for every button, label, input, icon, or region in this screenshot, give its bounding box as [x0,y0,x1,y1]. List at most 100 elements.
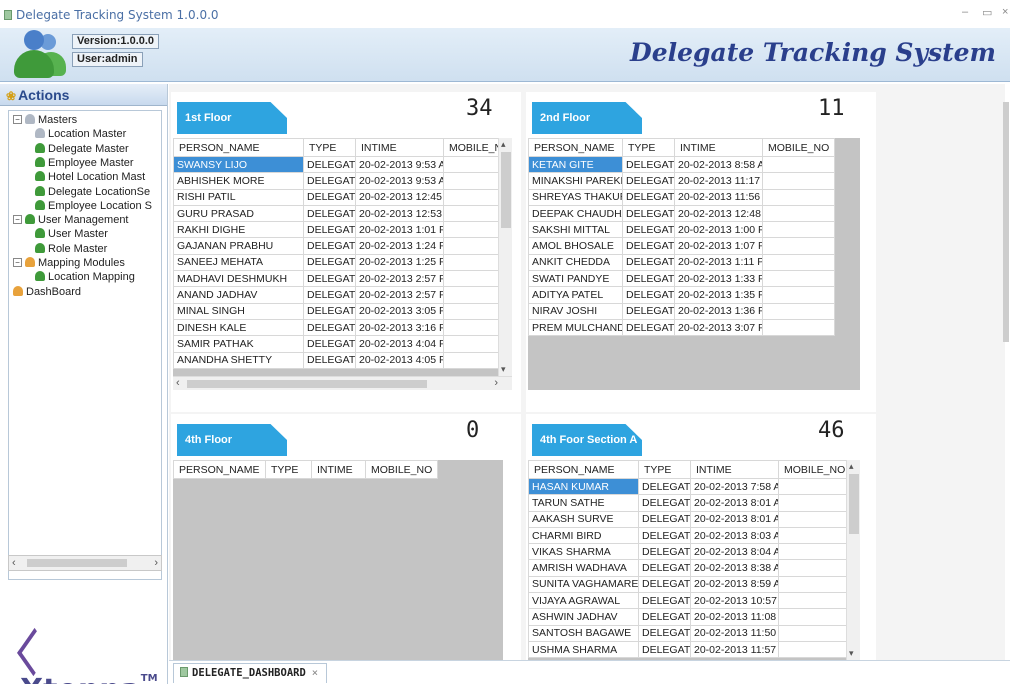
sidebar-item[interactable]: User Master [35,227,108,241]
tree-collapse-icon[interactable]: − [13,258,22,267]
sidebar-item[interactable]: Delegate Master [35,142,129,156]
table-row[interactable]: SANEEJ MEHATADELEGATE20-02-2013 1:25 PM [173,253,499,272]
tree-collapse-icon[interactable]: − [13,215,22,225]
table-row[interactable]: SUNITA VAGHAMAREDELEGATE20-02-2013 8:59 … [528,575,847,594]
table-row[interactable]: CHARMI BIRDDELEGATE20-02-2013 8:03 AM [528,526,847,545]
scroll-down-icon[interactable]: ▾ [849,648,854,659]
table-row[interactable]: SWANSY LIJODELEGATE20-02-2013 9:53 AM [173,155,499,174]
table-row[interactable]: ANKIT CHEDDADELEGATE20-02-2013 1:11 PM [528,253,835,272]
tree-collapse-icon[interactable]: − [13,115,22,124]
table-row[interactable]: MADHAVI DESHMUKHDELEGATE20-02-2013 2:57 … [173,270,499,288]
table-row[interactable]: DEEPAK CHAUDHARIDELEGATE20-02-2013 12:48… [528,204,835,223]
scroll-up-icon[interactable]: ▴ [501,139,506,150]
table-row[interactable]: ASHWIN JADHAVDELEGATE20-02-2013 11:08 AM [528,608,847,626]
table-cell [762,188,835,206]
column-header[interactable]: PERSON_NAME [173,460,266,479]
delegate-grid[interactable]: PERSON_NAME TYPE INTIME MOBILE_N SWANSY LIJO… [173,138,512,390]
column-header[interactable]: PERSON_NAME [173,138,304,157]
grid-vertical-scrollbar[interactable]: ▴ ▾ [846,460,860,660]
scroll-up-icon[interactable]: ▴ [849,461,854,472]
column-header[interactable]: PERSON_NAME [528,460,639,479]
scroll-thumb[interactable] [187,380,427,388]
column-header[interactable]: MOBILE_N [443,138,499,157]
table-row[interactable]: SANTOSH BAGAWEDELEGATE20-02-2013 11:50 A… [528,624,847,642]
scroll-right-icon[interactable]: › [494,377,498,389]
column-header[interactable]: INTIME [674,138,763,157]
table-row[interactable]: HASAN KUMARDELEGATE20-02-2013 7:58 AM [528,477,847,496]
table-row[interactable]: USHMA SHARMADELEGATE20-02-2013 11:57 AM [528,640,847,659]
column-header[interactable]: MOBILE_NO [365,460,438,479]
scroll-right-icon[interactable]: › [154,557,158,569]
table-row[interactable]: KETAN GITEDELEGATE20-02-2013 8:58 AM [528,155,835,174]
sidebar-item[interactable]: DashBoard [13,285,81,299]
column-header[interactable]: TYPE [638,460,691,479]
close-button[interactable]: × [1002,6,1008,18]
table-cell [443,335,499,353]
table-row[interactable]: SWATI PANDYEDELEGATE20-02-2013 1:33 PM [528,270,835,288]
scroll-left-icon[interactable]: ‹ [176,377,180,389]
delegate-grid[interactable]: PERSON_NAME TYPE INTIME MOBILE_NO [173,460,503,660]
sidebar-item[interactable]: Employee Location S [35,199,152,213]
sidebar-item[interactable]: − User Management [13,213,129,227]
table-row[interactable]: NIRAV JOSHIDELEGATE20-02-2013 1:36 PM [528,302,835,320]
table-row[interactable]: ANAND JADHAVDELEGATE20-02-2013 2:57 PM [173,286,499,304]
scroll-thumb[interactable] [27,559,127,567]
table-cell [778,526,847,545]
tab-close-icon[interactable]: × [312,667,318,679]
grid-vertical-scrollbar[interactable]: ▴ ▾ [498,138,512,376]
column-header[interactable]: TYPE [622,138,675,157]
sidebar-item[interactable]: Location Mapping [35,270,135,284]
table-row[interactable]: ADITYA PATELDELEGATE20-02-2013 1:35 PM [528,286,835,304]
column-header[interactable]: TYPE [303,138,356,157]
minimize-button[interactable]: – [962,6,968,18]
table-cell [762,204,835,223]
table-row[interactable]: ANANDHA SHETTYDELEGATE20-02-2013 4:05 PM [173,351,499,369]
column-header[interactable]: INTIME [311,460,366,479]
table-row[interactable]: AMOL BHOSALEDELEGATE20-02-2013 1:07 PM [528,237,835,255]
column-header[interactable]: INTIME [690,460,779,479]
sidebar-item[interactable]: Employee Master [35,156,134,170]
sidebar-item[interactable]: Hotel Location Mast [35,170,145,184]
table-row[interactable]: VIKAS SHARMADELEGATE20-02-2013 8:04 AM [528,543,847,561]
table-row[interactable]: MINAL SINGHDELEGATE20-02-2013 3:05 PM [173,302,499,320]
sidebar-item[interactable]: Delegate LocationSe [35,185,150,199]
table-row[interactable]: AMRISH WADHAVADELEGATE20-02-2013 8:38 AM [528,559,847,577]
tab-delegate-dashboard[interactable]: DELEGATE_DASHBOARD × [173,663,328,683]
column-header[interactable]: PERSON_NAME [528,138,623,157]
table-row[interactable]: SHREYAS THAKURDELEGATE20-02-2013 11:56 A… [528,188,835,206]
delegate-grid[interactable]: PERSON_NAME TYPE INTIME MOBILE_NO KETAN GITE… [528,138,860,390]
sidebar-item[interactable]: Role Master [35,242,107,256]
actions-tree[interactable]: − Masters Location Master Delegate Master Em… [8,110,162,580]
table-row[interactable]: RAKHI DIGHEDELEGATE20-02-2013 1:01 PM [173,221,499,239]
delegate-grid[interactable]: PERSON_NAME TYPE INTIME MOBILE_NO HASAN KUMA… [528,460,860,660]
maximize-button[interactable]: ▭ [982,6,992,19]
panel-title: 4th Foor Section A [532,424,642,456]
table-row[interactable]: SAKSHI MITTALDELEGATE20-02-2013 1:00 PM [528,221,835,239]
table-row[interactable]: ABHISHEK MOREDELEGATE20-02-2013 9:53 AM [173,172,499,190]
sidebar-item[interactable]: Location Master [35,127,126,141]
table-cell [762,155,835,174]
scroll-left-icon[interactable]: ‹ [12,557,16,569]
table-row[interactable]: DINESH KALEDELEGATE20-02-2013 3:16 PM [173,318,499,337]
table-row[interactable]: VIJAYA AGRAWALDELEGATE20-02-2013 10:57 A… [528,592,847,610]
table-row[interactable]: GURU PRASADDELEGATE20-02-2013 12:53 PM [173,204,499,223]
column-header[interactable]: TYPE [265,460,312,479]
column-header[interactable]: INTIME [355,138,444,157]
grid-horizontal-scrollbar[interactable]: ‹ › [173,376,512,390]
table-row[interactable]: SAMIR PATHAKDELEGATE20-02-2013 4:04 PM [173,335,499,353]
column-header[interactable]: MOBILE_NO [762,138,835,157]
main-vertical-scrollbar[interactable] [1002,94,1010,654]
table-row[interactable]: AAKASH SURVEDELEGATE20-02-2013 8:01 AM [528,510,847,528]
scroll-thumb[interactable] [501,152,511,228]
table-row[interactable]: PREM MULCHANDDELEGATE20-02-2013 3:07 PM [528,318,835,337]
table-row[interactable]: GAJANAN PRABHUDELEGATE20-02-2013 1:24 PM [173,237,499,255]
column-header[interactable]: MOBILE_NO [778,460,847,479]
table-row[interactable]: RISHI PATILDELEGATE20-02-2013 12:45 PM [173,188,499,206]
tree-horizontal-scrollbar[interactable]: ‹ › [8,555,162,571]
scroll-down-icon[interactable]: ▾ [501,364,506,375]
table-row[interactable]: TARUN SATHEDELEGATE20-02-2013 8:01 AM [528,494,847,512]
sidebar-item[interactable]: − Mapping Modules [13,256,125,270]
sidebar-item[interactable]: − Masters [13,113,77,127]
scroll-thumb[interactable] [849,474,859,534]
table-row[interactable]: MINAKSHI PAREKHDELEGATE20-02-2013 11:17 … [528,172,835,190]
